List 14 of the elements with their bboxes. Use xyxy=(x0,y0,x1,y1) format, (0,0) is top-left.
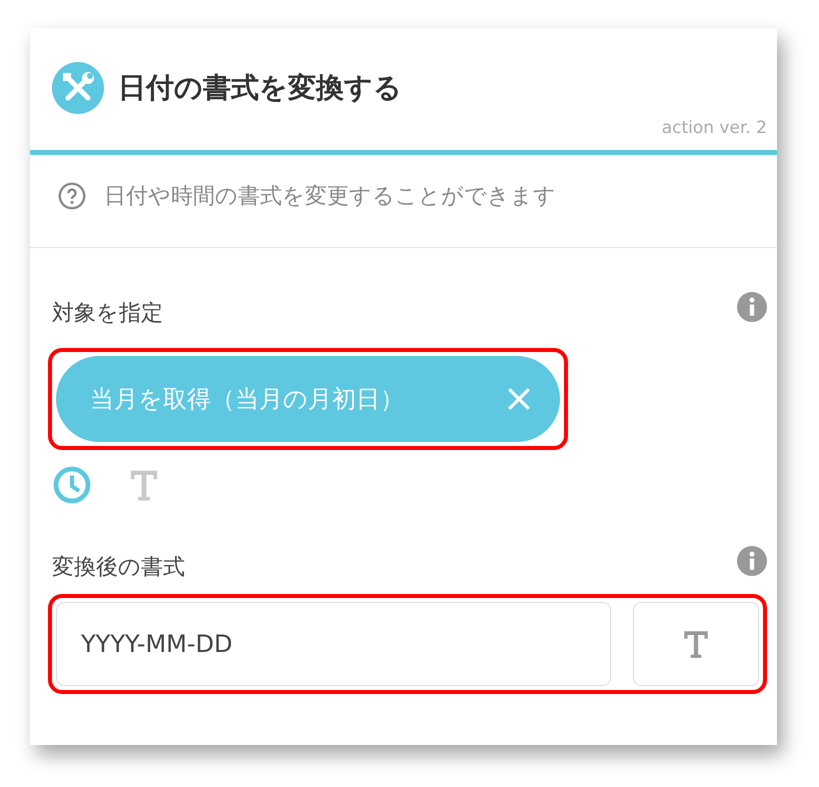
help-icon xyxy=(58,182,86,210)
chip-label: 当月を取得（当月の月初日） xyxy=(90,384,404,415)
info-icon[interactable] xyxy=(737,546,767,576)
description-text: 日付や時間の書式を変更することができます xyxy=(104,183,556,211)
version-label: action ver. 2 xyxy=(662,118,767,138)
panel-title: 日付の書式を変換する xyxy=(118,70,402,106)
format-field[interactable]: YYYY-MM-DD xyxy=(56,602,611,686)
tools-icon xyxy=(52,62,104,114)
section-label: 変換後の書式 xyxy=(52,554,185,582)
info-icon[interactable] xyxy=(737,292,767,322)
text-mode-button[interactable] xyxy=(633,602,759,686)
close-icon[interactable] xyxy=(506,386,532,412)
clock-icon[interactable] xyxy=(53,466,91,504)
section-label: 対象を指定 xyxy=(52,300,163,328)
